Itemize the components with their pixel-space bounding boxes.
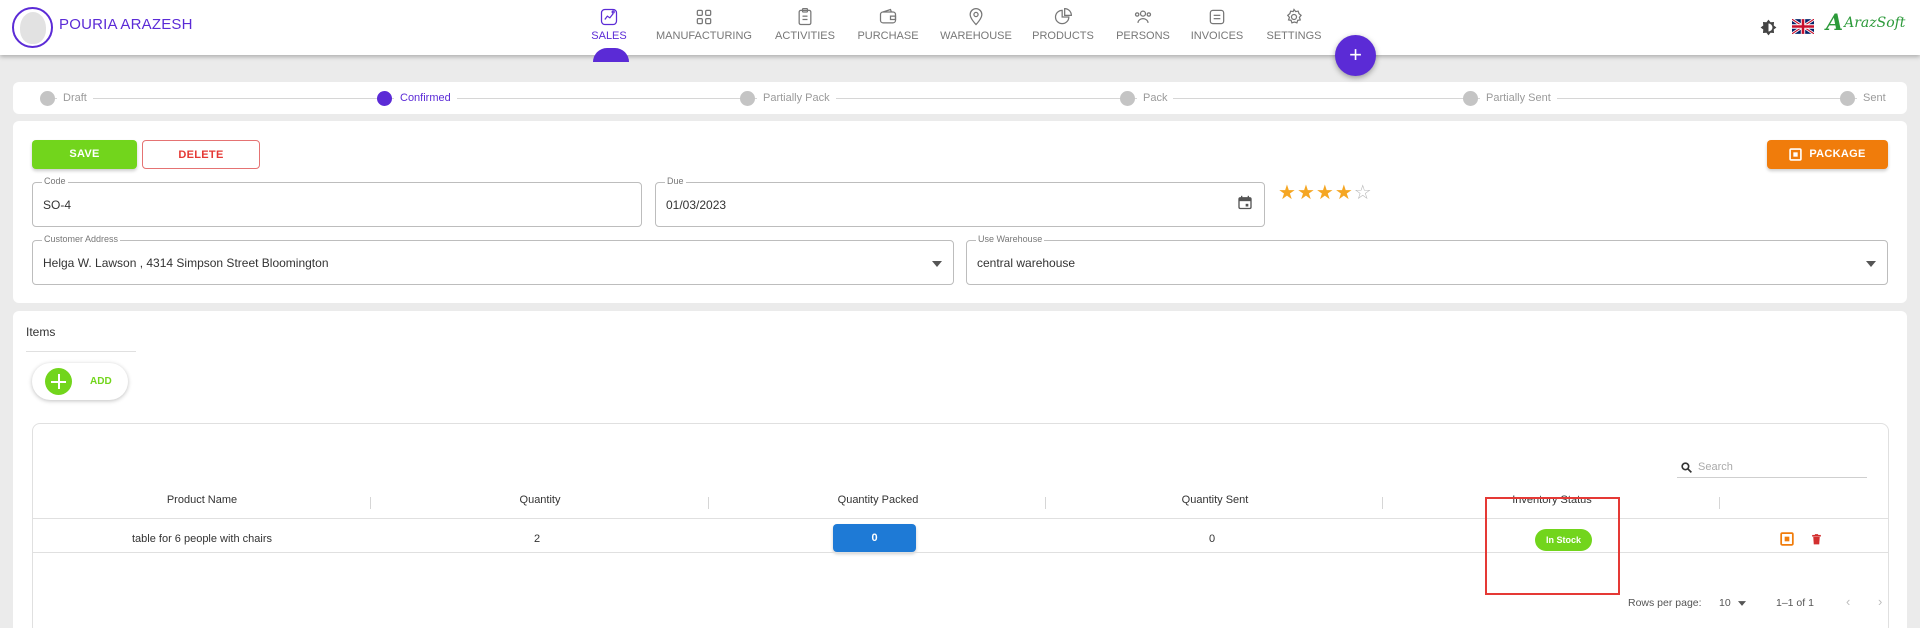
star-filled-icon[interactable]: ★ — [1278, 182, 1297, 204]
nav-active-indicator — [593, 48, 629, 62]
step-dot-partially-sent[interactable] — [1463, 91, 1478, 106]
add-item-button[interactable]: ADD — [32, 363, 128, 400]
package-label: PACKAGE — [1809, 148, 1866, 160]
step-label-partially-pack[interactable]: Partially Pack — [757, 92, 836, 104]
step-dot-sent[interactable] — [1840, 91, 1855, 106]
arazsoft-logo: A ArazSoft — [1826, 10, 1905, 36]
step-label-partially-sent[interactable]: Partially Sent — [1480, 92, 1557, 104]
plus-circle-icon — [45, 368, 72, 395]
cell-quantity: 2 — [533, 533, 541, 545]
column-header-product-name[interactable]: Product Name — [33, 494, 371, 506]
step-dot-partially-pack[interactable] — [740, 91, 755, 106]
due-date-field[interactable]: Due 01/03/2023 — [655, 176, 1265, 227]
column-separator — [1719, 497, 1720, 509]
settings-gear-icon — [1239, 7, 1349, 27]
chevron-down-icon[interactable] — [1866, 254, 1876, 272]
status-stepper: Draft Confirmed Partially Pack Pack Part… — [13, 82, 1907, 114]
step-label-draft[interactable]: Draft — [57, 92, 93, 104]
quantity-packed-button[interactable]: 0 — [833, 524, 916, 552]
user-name: POURIA ARAZESH — [59, 16, 193, 33]
package-row-icon[interactable] — [1780, 532, 1794, 551]
add-item-label: ADD — [90, 376, 112, 387]
column-header-quantity[interactable]: Quantity — [371, 494, 709, 506]
rows-per-page-value[interactable]: 10 — [1719, 597, 1731, 609]
nav-label-products: PRODUCTS — [1032, 30, 1094, 42]
table-search[interactable] — [1677, 457, 1867, 478]
nav-item-manufacturing[interactable]: MANUFACTURING — [649, 7, 759, 42]
step-dot-pack[interactable] — [1120, 91, 1135, 106]
star-empty-icon[interactable]: ☆ — [1354, 182, 1373, 204]
rows-per-page-select[interactable]: 10 — [1719, 597, 1746, 609]
star-filled-icon[interactable]: ★ — [1316, 182, 1335, 204]
save-button[interactable]: SAVE — [32, 140, 137, 169]
search-input[interactable] — [1698, 461, 1858, 473]
step-dot-draft[interactable] — [40, 91, 55, 106]
code-field-value[interactable]: SO-4 — [43, 198, 71, 212]
package-button[interactable]: PACKAGE — [1767, 140, 1888, 169]
star-filled-icon[interactable]: ★ — [1335, 182, 1354, 204]
step-label-confirmed[interactable]: Confirmed — [394, 92, 457, 104]
items-title: Items — [26, 325, 56, 339]
column-header-quantity-packed[interactable]: Quantity Packed — [709, 494, 1047, 506]
column-header-quantity-sent[interactable]: Quantity Sent — [1046, 494, 1384, 506]
delete-row-icon[interactable] — [1810, 532, 1823, 551]
nav-label-warehouse: WAREHOUSE — [940, 30, 1012, 42]
nav-label-activities: ACTIVITIES — [775, 30, 835, 42]
nav-label-settings: SETTINGS — [1266, 30, 1322, 42]
items-title-divider — [26, 351, 136, 352]
order-form-card: SAVE DELETE PACKAGE Code SO-4 Due 01/03/… — [13, 121, 1907, 303]
uk-flag-icon[interactable] — [1791, 17, 1815, 36]
star-filled-icon[interactable]: ★ — [1297, 182, 1316, 204]
previous-page-icon[interactable]: ‹ — [1846, 594, 1850, 609]
pagination-range: 1–1 of 1 — [1776, 597, 1814, 609]
customer-address-value[interactable]: Helga W. Lawson , 4314 Simpson Street Bl… — [43, 256, 329, 270]
chevron-down-icon[interactable] — [932, 254, 942, 272]
chevron-down-icon — [1737, 601, 1746, 606]
due-date-value[interactable]: 01/03/2023 — [666, 198, 726, 212]
next-page-icon[interactable]: › — [1878, 594, 1882, 609]
customer-address-select[interactable]: Customer Address Helga W. Lawson , 4314 … — [32, 234, 954, 285]
rows-per-page-label: Rows per page: — [1628, 597, 1702, 609]
avatar-placeholder-icon — [19, 11, 46, 44]
add-fab-button[interactable]: + — [1335, 35, 1376, 76]
search-icon — [1681, 461, 1692, 473]
items-card: Items ADD Product Name Quantity Quantity… — [13, 311, 1907, 628]
customer-address-label: Customer Address — [42, 234, 121, 244]
warehouse-select[interactable]: Use Warehouse central warehouse — [966, 234, 1888, 285]
due-date-label: Due — [665, 176, 686, 186]
delete-button[interactable]: DELETE — [142, 140, 260, 169]
logo-text: ArazSoft — [1844, 15, 1906, 31]
nav-item-settings[interactable]: SETTINGS — [1239, 7, 1349, 42]
nav-label-purchase: PURCHASE — [857, 30, 919, 42]
nav-item-sales[interactable]: SALES — [554, 7, 664, 42]
theme-toggle-icon[interactable] — [1759, 18, 1778, 42]
top-app-bar: POURIA ARAZESH SALES MANUFACTURING ACTIV… — [0, 0, 1920, 62]
step-label-pack[interactable]: Pack — [1137, 92, 1174, 104]
step-label-sent[interactable]: Sent — [1857, 92, 1892, 104]
nav-label-manufacturing: MANUFACTURING — [656, 30, 752, 42]
cell-product-name: table for 6 people with chairs — [131, 533, 273, 545]
warehouse-value[interactable]: central warehouse — [977, 256, 1075, 270]
manufacturing-grid-icon — [649, 7, 759, 27]
stepper-line — [53, 98, 1867, 99]
nav-label-invoices: INVOICES — [1190, 30, 1244, 42]
logo-mark: A — [1826, 10, 1844, 36]
cell-quantity-sent: 0 — [1208, 533, 1216, 545]
priority-rating[interactable]: ★★★★☆ — [1278, 180, 1373, 205]
package-icon — [1789, 148, 1803, 161]
code-field-label: Code — [42, 176, 68, 186]
step-dot-confirmed[interactable] — [377, 91, 392, 106]
nav-label-sales: SALES — [591, 30, 627, 42]
sales-chart-icon — [554, 7, 664, 27]
code-field[interactable]: Code SO-4 — [32, 176, 642, 227]
user-avatar[interactable] — [12, 7, 53, 48]
warehouse-label: Use Warehouse — [976, 234, 1045, 244]
inventory-status-highlight-box — [1485, 497, 1620, 595]
calendar-icon[interactable] — [1237, 194, 1253, 215]
